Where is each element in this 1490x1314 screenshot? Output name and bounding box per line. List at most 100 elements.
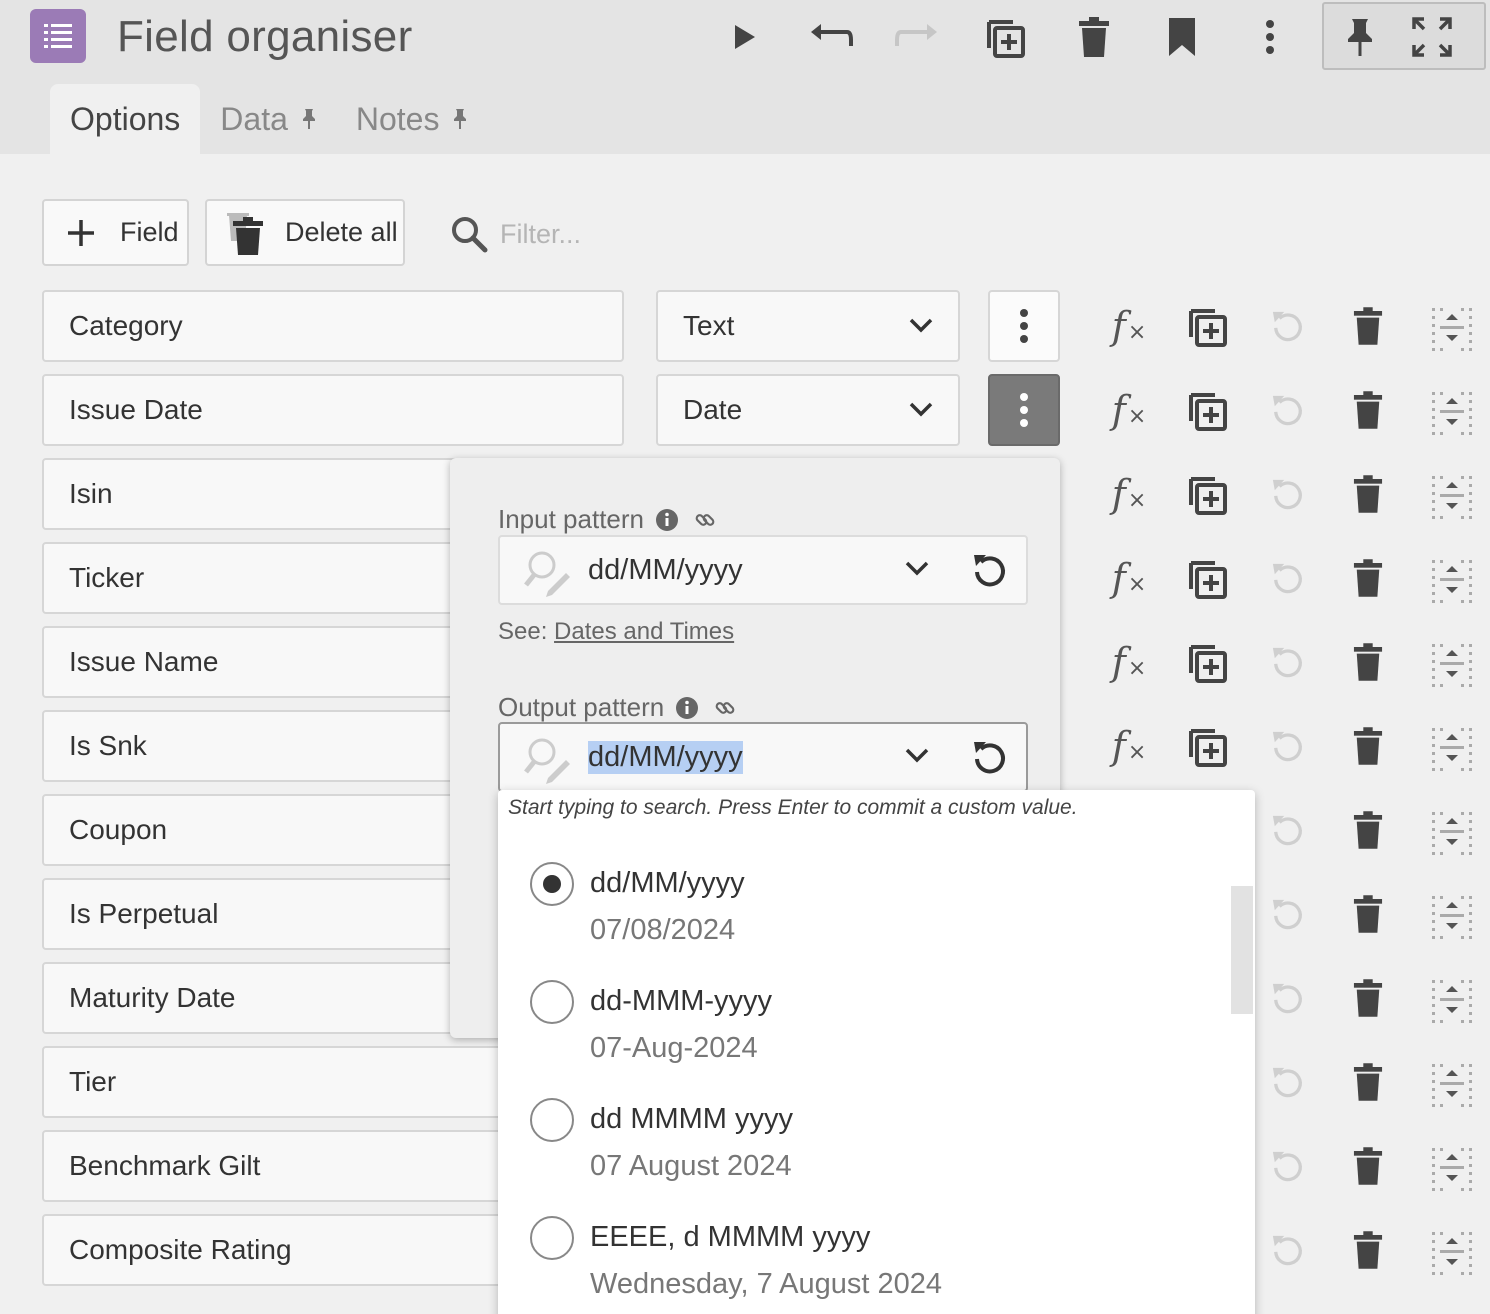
formula-icon[interactable]: f× bbox=[1103, 468, 1155, 520]
reset-icon[interactable] bbox=[1262, 552, 1314, 604]
reset-icon[interactable] bbox=[1262, 636, 1314, 688]
drag-handle-icon[interactable] bbox=[1426, 638, 1478, 690]
format-option[interactable]: dd-MMM-yyyy 07-Aug-2024 bbox=[530, 908, 1210, 1064]
reset-icon[interactable] bbox=[1262, 1056, 1314, 1108]
drag-handle-icon[interactable] bbox=[1426, 302, 1478, 354]
reset-icon[interactable] bbox=[1262, 888, 1314, 940]
see-help: See: Dates and Times bbox=[498, 618, 735, 645]
format-option[interactable]: dd/MM/yyyy 07/08/2024 bbox=[530, 790, 1210, 946]
chevron-down-icon[interactable] bbox=[904, 746, 930, 764]
field-row: Category Text f× bbox=[0, 290, 1490, 362]
add-field-button[interactable]: Field bbox=[42, 199, 189, 266]
trash-icon[interactable] bbox=[1342, 1056, 1394, 1108]
window-controls bbox=[1322, 2, 1486, 70]
trash-icon[interactable] bbox=[1342, 384, 1394, 436]
chevron-down-icon bbox=[908, 400, 934, 418]
formula-icon[interactable]: f× bbox=[1103, 384, 1155, 436]
drag-handle-icon[interactable] bbox=[1426, 386, 1478, 438]
drag-handle-icon[interactable] bbox=[1426, 1226, 1478, 1278]
reset-icon[interactable] bbox=[972, 739, 1008, 775]
play-icon[interactable] bbox=[720, 12, 768, 62]
tab-data[interactable]: Data bbox=[200, 84, 336, 154]
input-pattern-combo[interactable]: dd/MM/yyyy bbox=[498, 535, 1028, 605]
radio-unselected[interactable] bbox=[530, 980, 574, 1024]
reset-icon[interactable] bbox=[1262, 972, 1314, 1024]
pin-icon[interactable] bbox=[302, 108, 316, 130]
tab-options[interactable]: Options bbox=[50, 84, 201, 154]
link-icon[interactable] bbox=[694, 509, 716, 531]
delete-all-button[interactable]: Delete all bbox=[205, 199, 405, 266]
drag-handle-icon[interactable] bbox=[1426, 806, 1478, 858]
reset-icon[interactable] bbox=[1262, 384, 1314, 436]
drag-handle-icon[interactable] bbox=[1426, 554, 1478, 606]
undo-icon[interactable] bbox=[806, 12, 854, 62]
pin-icon[interactable] bbox=[453, 108, 467, 130]
radio-unselected[interactable] bbox=[530, 1098, 574, 1142]
trash-icon[interactable] bbox=[1342, 468, 1394, 520]
fullscreen-icon[interactable] bbox=[1408, 12, 1456, 62]
chevron-down-icon[interactable] bbox=[904, 559, 930, 577]
reset-icon[interactable] bbox=[1262, 1224, 1314, 1276]
duplicate-icon[interactable] bbox=[1182, 552, 1234, 604]
trash-icon[interactable] bbox=[1070, 12, 1118, 62]
search-edit-icon bbox=[522, 732, 574, 784]
reset-icon[interactable] bbox=[1262, 468, 1314, 520]
trash-icon[interactable] bbox=[1342, 1140, 1394, 1192]
duplicate-icon[interactable] bbox=[1182, 720, 1234, 772]
trash-icon[interactable] bbox=[1342, 972, 1394, 1024]
field-name-input[interactable]: Category bbox=[42, 290, 624, 362]
radio-unselected[interactable] bbox=[530, 1216, 574, 1260]
input-pattern-value[interactable]: dd/MM/yyyy bbox=[588, 554, 743, 587]
output-pattern-value[interactable]: dd/MM/yyyy bbox=[588, 741, 743, 774]
trash-icon[interactable] bbox=[1342, 552, 1394, 604]
field-name-input[interactable]: Issue Date bbox=[42, 374, 624, 446]
radio-selected[interactable] bbox=[530, 862, 574, 906]
dropdown-scrollbar[interactable] bbox=[1231, 886, 1253, 1014]
formula-icon[interactable]: f× bbox=[1103, 720, 1155, 772]
format-option[interactable]: dd MMMM yyyy 07 August 2024 bbox=[530, 1026, 1210, 1182]
reset-icon[interactable] bbox=[1262, 804, 1314, 856]
trash-icon[interactable] bbox=[1342, 804, 1394, 856]
drag-handle-icon[interactable] bbox=[1426, 890, 1478, 942]
format-option[interactable]: EEEE, d MMMM yyyy Wednesday, 7 August 20… bbox=[530, 1144, 1210, 1300]
filter-input[interactable] bbox=[500, 218, 800, 250]
duplicate-icon[interactable] bbox=[982, 12, 1030, 62]
drag-handle-icon[interactable] bbox=[1426, 470, 1478, 522]
output-pattern-dropdown: Start typing to search. Press Enter to c… bbox=[498, 790, 1255, 1314]
trash-icon[interactable] bbox=[1342, 300, 1394, 352]
output-pattern-combo[interactable]: dd/MM/yyyy bbox=[498, 722, 1028, 792]
info-icon[interactable] bbox=[676, 696, 699, 719]
field-options-button[interactable] bbox=[988, 374, 1060, 446]
dates-and-times-link[interactable]: Dates and Times bbox=[554, 618, 734, 645]
formula-icon[interactable]: f× bbox=[1103, 552, 1155, 604]
drag-handle-icon[interactable] bbox=[1426, 1058, 1478, 1110]
formula-icon[interactable]: f× bbox=[1103, 300, 1155, 352]
duplicate-icon[interactable] bbox=[1182, 300, 1234, 352]
link-icon[interactable] bbox=[714, 697, 736, 719]
duplicate-icon[interactable] bbox=[1182, 468, 1234, 520]
drag-handle-icon[interactable] bbox=[1426, 1142, 1478, 1194]
field-options-button[interactable] bbox=[988, 290, 1060, 362]
pin-icon[interactable] bbox=[1336, 12, 1384, 62]
tab-notes[interactable]: Notes bbox=[336, 84, 488, 154]
field-type-select[interactable]: Date bbox=[656, 374, 960, 446]
reset-icon[interactable] bbox=[1262, 1140, 1314, 1192]
drag-handle-icon[interactable] bbox=[1426, 974, 1478, 1026]
reset-icon[interactable] bbox=[1262, 300, 1314, 352]
reset-icon[interactable] bbox=[972, 552, 1008, 588]
bookmark-icon[interactable] bbox=[1158, 12, 1206, 62]
duplicate-icon[interactable] bbox=[1182, 384, 1234, 436]
drag-handle-icon[interactable] bbox=[1426, 722, 1478, 774]
redo-icon[interactable] bbox=[894, 12, 942, 62]
formula-icon[interactable]: f× bbox=[1103, 636, 1155, 688]
trash-icon[interactable] bbox=[1342, 888, 1394, 940]
field-type-select[interactable]: Text bbox=[656, 290, 960, 362]
trash-icon[interactable] bbox=[1342, 1224, 1394, 1276]
list-icon[interactable] bbox=[30, 9, 86, 63]
info-icon[interactable] bbox=[656, 508, 678, 531]
trash-icon[interactable] bbox=[1342, 720, 1394, 772]
trash-icon[interactable] bbox=[1342, 636, 1394, 688]
reset-icon[interactable] bbox=[1262, 720, 1314, 772]
duplicate-icon[interactable] bbox=[1182, 636, 1234, 688]
more-vertical-icon[interactable] bbox=[1246, 12, 1294, 62]
